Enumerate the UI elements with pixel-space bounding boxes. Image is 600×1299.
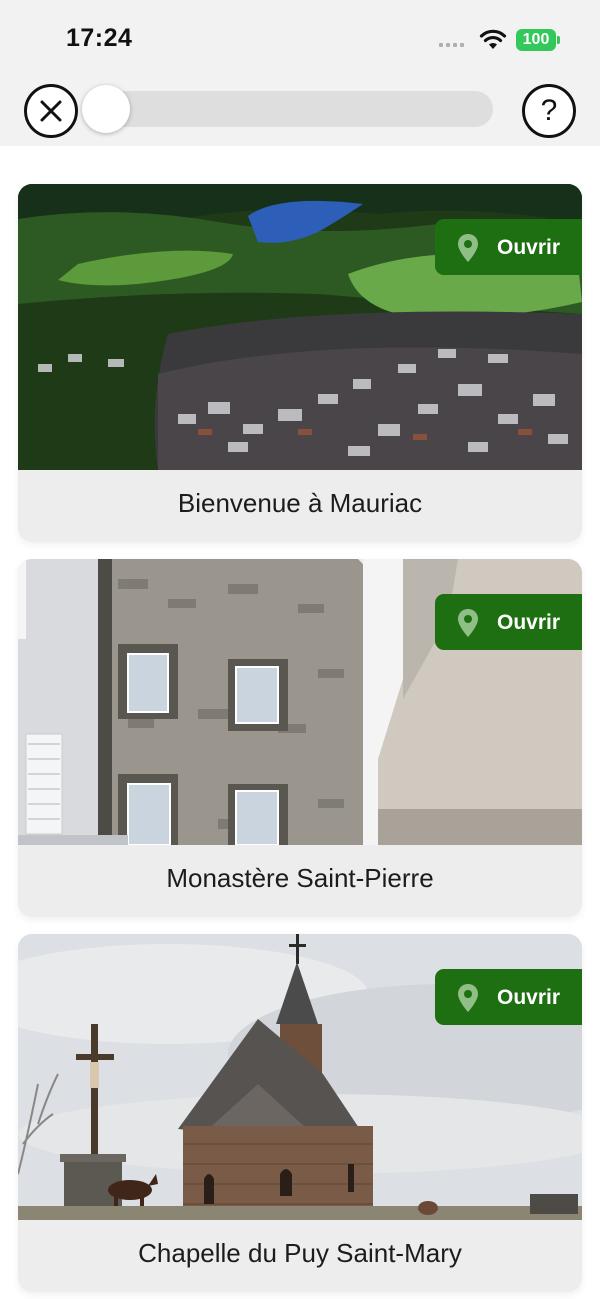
battery-icon: 100 xyxy=(516,29,556,51)
poi-card-monastere[interactable]: Ouvrir Monastère Saint-Pierre xyxy=(18,559,582,917)
signal-icon xyxy=(439,43,464,47)
wifi-icon xyxy=(479,29,507,49)
map-pin-icon xyxy=(458,609,478,637)
progress-slider[interactable] xyxy=(82,85,493,133)
close-button[interactable] xyxy=(24,84,78,138)
status-time: 17:24 xyxy=(66,24,133,52)
top-bar: 17:24 100 ? xyxy=(0,0,600,146)
map-pin-icon xyxy=(458,234,478,262)
open-button[interactable]: Ouvrir xyxy=(435,594,582,650)
card-title: Chapelle du Puy Saint-Mary xyxy=(138,1238,462,1268)
poi-card-chapelle[interactable]: Ouvrir Chapelle du Puy Saint-Mary xyxy=(18,934,582,1292)
card-title: Bienvenue à Mauriac xyxy=(177,488,423,518)
open-button-label: Ouvrir xyxy=(497,611,561,634)
open-button[interactable]: Ouvrir xyxy=(435,219,582,275)
map-pin-icon xyxy=(458,984,478,1012)
poi-card-mauriac[interactable]: Ouvrir Bienvenue à Mauriac xyxy=(18,184,582,542)
close-icon xyxy=(40,100,62,122)
card-title: Monastère Saint-Pierre xyxy=(166,863,434,893)
open-button[interactable]: Ouvrir xyxy=(435,969,582,1025)
progress-knob[interactable] xyxy=(82,85,130,133)
help-button[interactable]: ? xyxy=(522,84,576,138)
status-bar: 17:24 100 xyxy=(0,0,600,80)
battery-tip xyxy=(557,36,560,44)
open-button-label: Ouvrir xyxy=(497,236,561,259)
open-button-label: Ouvrir xyxy=(497,986,561,1009)
